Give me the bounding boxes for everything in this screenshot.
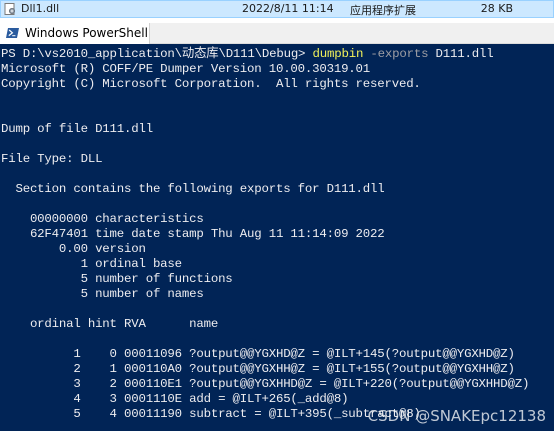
output-line: 3 2 000110E1 ?output@@YGXHHD@Z = @ILT+22… — [1, 377, 530, 391]
output-line: 2 1 000110A0 ?output@@YGXHH@Z = @ILT+155… — [1, 362, 515, 376]
file-modified-date: 2022/8/11 11:14 — [242, 2, 334, 15]
explorer-file-row[interactable]: Dll1.dll 2022/8/11 11:14 应用程序扩展 28 KB — [0, 0, 554, 18]
output-line: Dump of file D111.dll — [1, 122, 153, 136]
output-line: File Type: DLL — [1, 152, 103, 166]
dll-file-icon — [4, 3, 15, 15]
window-title: Windows PowerShell — [25, 26, 148, 40]
output-line: 4 3 0001110E add = @ILT+265(_add@8) — [1, 392, 349, 406]
console-output[interactable]: PS D:\vs2010_application\动态库\D111\Debug>… — [0, 44, 554, 431]
output-line: ordinal hint RVA name — [1, 317, 219, 331]
powershell-tab[interactable]: Windows PowerShell — [0, 23, 150, 44]
window-tab-bar: Windows PowerShell — [0, 23, 554, 44]
watermark: CSDN @SNAKEpc12138 — [367, 407, 546, 425]
output-line: Section contains the following exports f… — [1, 182, 385, 196]
prompt: PS D:\vs2010_application\动态库\D111\Debug> — [1, 47, 313, 61]
file-name: Dll1.dll — [21, 2, 60, 15]
output-line: 62F47401 time date stamp Thu Aug 11 11:1… — [1, 227, 385, 241]
prompt-line: PS D:\vs2010_application\动态库\D111\Debug>… — [1, 47, 494, 62]
file-type: 应用程序扩展 — [350, 4, 416, 17]
command: dumpbin — [312, 47, 364, 61]
file-size: 28 KB — [480, 2, 513, 15]
output-line: 0.00 version — [1, 242, 146, 256]
command-parameter: -exports — [363, 47, 429, 61]
output-line: 5 number of names — [1, 287, 204, 301]
command-argument: D111.dll — [428, 47, 494, 61]
powershell-icon — [6, 28, 19, 38]
output-line: 1 ordinal base — [1, 257, 183, 271]
output-line: 5 4 00011190 subtract = @ILT+395(_subtra… — [1, 407, 421, 421]
output-line: 1 0 00011096 ?output@@YGXHD@Z = @ILT+145… — [1, 347, 515, 361]
output-line: 5 number of functions — [1, 272, 233, 286]
output-line: Microsoft (R) COFF/PE Dumper Version 10.… — [1, 62, 371, 76]
output-line: Copyright (C) Microsoft Corporation. All… — [1, 77, 421, 91]
output-line: 00000000 characteristics — [1, 212, 204, 226]
